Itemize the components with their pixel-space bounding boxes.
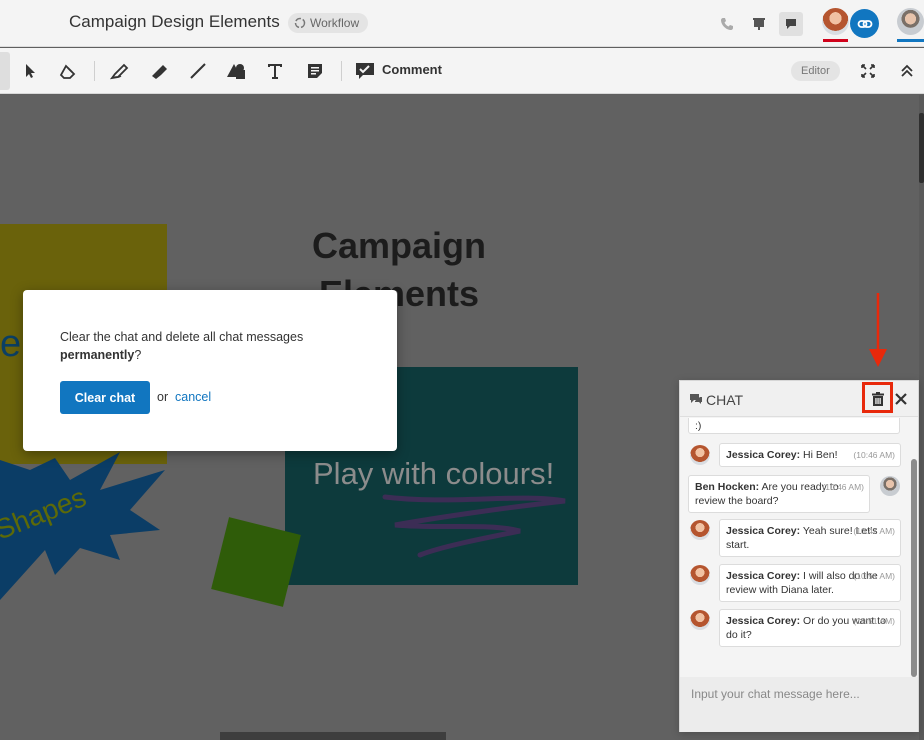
toolbar-divider (341, 61, 342, 81)
chat-title: CHAT (706, 392, 744, 408)
clear-chat-button[interactable]: Clear chat (60, 381, 150, 414)
dialog-message-end: ? (134, 348, 142, 362)
dialog-message-text: Clear the chat and delete all chat messa… (60, 330, 304, 344)
cancel-link[interactable]: cancel (175, 390, 211, 404)
chat-message: :) (688, 418, 900, 434)
toolbar-divider (94, 61, 95, 81)
message-time: (10:47 AM) (853, 526, 895, 536)
current-user-indicator (897, 39, 924, 42)
purple-scribble[interactable] (380, 485, 580, 565)
toolbar-handle[interactable] (0, 52, 10, 90)
message-author: Jessica Corey: (726, 615, 801, 627)
chat-toggle-icon[interactable] (779, 12, 803, 36)
message-author: Jessica Corey: (726, 449, 801, 461)
line-tool-icon[interactable] (186, 59, 210, 83)
workflow-icon (294, 17, 306, 29)
message-author: Jessica Corey: (726, 570, 801, 582)
chat-message: Jessica Corey: Hi Ben! (10:46 AM) (719, 443, 901, 467)
editor-role-badge: Editor (791, 61, 840, 81)
highlighter-tool-icon[interactable] (147, 59, 171, 83)
chat-panel: CHAT :) Jessica Corey: Hi Ben! (10:46 AM… (679, 380, 919, 732)
sticky-note-tool-icon[interactable] (303, 59, 327, 83)
chat-message-list[interactable]: :) Jessica Corey: Hi Ben! (10:46 AM) Ben… (680, 418, 910, 676)
message-text: Hi Ben! (800, 449, 838, 461)
clear-chat-dialog: Clear the chat and delete all chat messa… (23, 290, 397, 451)
jessica-avatar (690, 565, 710, 585)
text-tool-icon[interactable] (263, 59, 287, 83)
message-time: (10:46 AM) (822, 482, 864, 492)
message-author: Ben Hocken: (695, 481, 760, 493)
workflow-badge[interactable]: Workflow (288, 13, 369, 33)
vertical-scrollbar[interactable] (919, 95, 924, 740)
pen-tool-icon[interactable] (108, 59, 132, 83)
or-text: or (157, 390, 169, 404)
chat-message: Jessica Corey: Yeah sure! Let's start. (… (719, 519, 901, 557)
scroll-thumb[interactable] (919, 113, 924, 183)
message-time: (10:51 AM) (853, 571, 895, 581)
message-text: :) (695, 420, 702, 432)
chat-scrollbar[interactable] (911, 459, 917, 677)
comment-tool-label[interactable]: Comment (382, 62, 442, 77)
jessica-avatar (690, 445, 710, 465)
fullscreen-icon[interactable] (856, 59, 880, 83)
chat-message: Ben Hocken: Are you ready to review the … (688, 475, 870, 513)
link-icon[interactable] (850, 9, 879, 38)
chat-icon (690, 394, 702, 404)
collapse-toolbar-icon[interactable] (895, 59, 919, 83)
dialog-message-emphasis: permanently (60, 348, 135, 362)
phone-icon[interactable] (715, 12, 739, 36)
top-header: Campaign Design Elements Workflow (0, 0, 924, 47)
eraser-tool-icon[interactable] (56, 59, 80, 83)
message-time: (10:46 AM) (853, 450, 895, 460)
chat-message: Jessica Corey: I will also do the review… (719, 564, 901, 602)
star-shape[interactable]: Shapes (0, 450, 180, 610)
horizontal-scrollbar[interactable] (220, 732, 446, 740)
presence-indicator (823, 39, 848, 42)
annotation-arrow (869, 293, 887, 367)
select-tool-icon[interactable] (18, 59, 42, 83)
dialog-message: Clear the chat and delete all chat messa… (60, 328, 360, 364)
chat-message: Jessica Corey: Or do you want to do it? … (719, 609, 901, 647)
jessica-avatar (690, 610, 710, 630)
drawing-toolbar: Comment Editor (0, 48, 924, 94)
close-icon[interactable] (894, 392, 908, 406)
user-avatar[interactable] (897, 8, 924, 35)
chat-input[interactable] (680, 677, 918, 732)
canvas-text-fragment[interactable]: e (0, 323, 21, 366)
comment-icon[interactable] (353, 59, 377, 83)
jessica-avatar[interactable] (822, 8, 849, 35)
workflow-label: Workflow (310, 16, 360, 30)
presentation-icon[interactable] (747, 12, 771, 36)
ben-avatar (880, 476, 900, 496)
trash-highlight-box (862, 382, 893, 413)
shapes-tool-icon[interactable] (224, 59, 248, 83)
message-time: (10:51 AM) (853, 616, 895, 626)
message-author: Jessica Corey: (726, 525, 801, 537)
jessica-avatar (690, 520, 710, 540)
board-title[interactable]: Campaign Design Elements (69, 12, 280, 32)
